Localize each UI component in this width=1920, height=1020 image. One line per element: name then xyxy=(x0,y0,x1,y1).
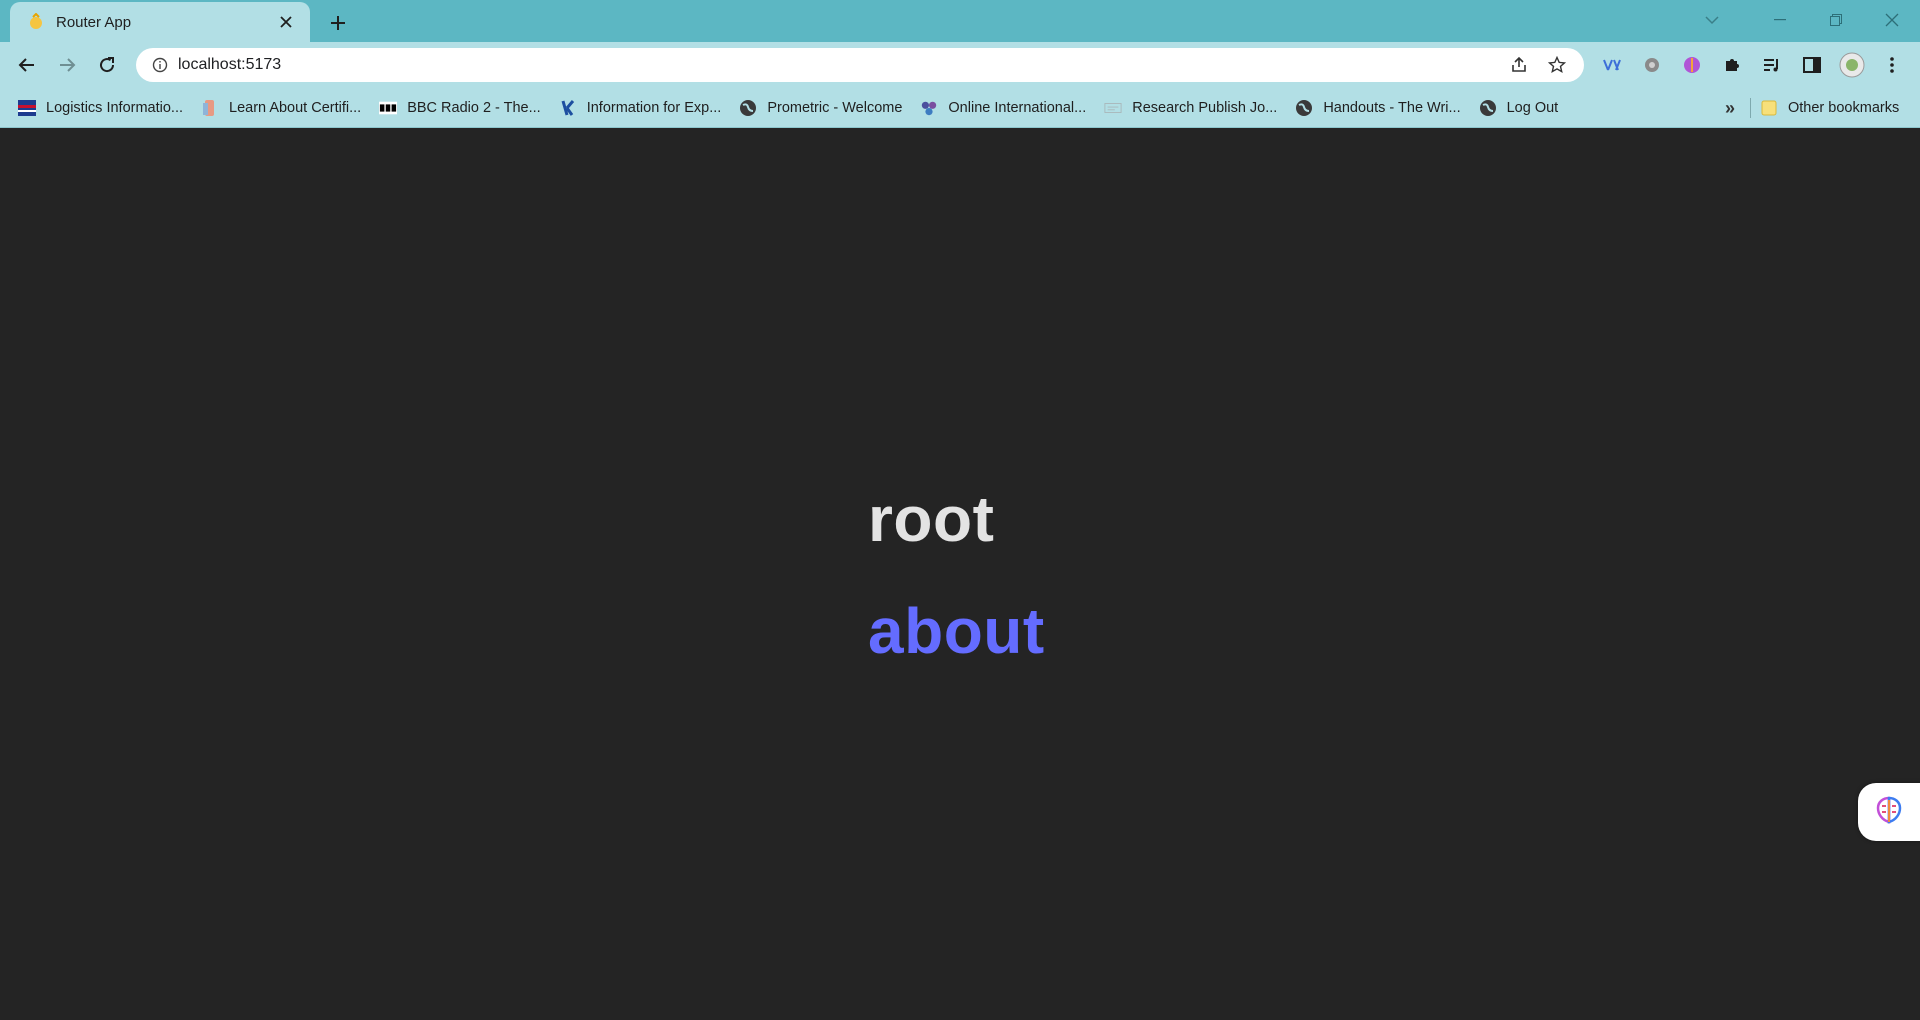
bookmark-label: Learn About Certifi... xyxy=(229,99,362,116)
bbc-icon xyxy=(379,99,398,117)
omnibox-actions xyxy=(1500,45,1576,85)
arrow-left-icon xyxy=(18,58,34,72)
close-icon xyxy=(1885,13,1899,27)
new-tab-button[interactable] xyxy=(324,9,352,37)
close-icon[interactable] xyxy=(274,10,298,34)
bookmark-label: Online International... xyxy=(948,99,1087,116)
bookmarks-overflow-button[interactable]: » xyxy=(1716,96,1744,120)
about-link[interactable]: about xyxy=(868,599,1045,663)
extensions-area xyxy=(1592,45,1912,85)
hex-logo-icon xyxy=(920,99,938,117)
page-content: root about xyxy=(0,128,1920,1020)
bookmark-item[interactable]: Logistics Informatio... xyxy=(18,94,183,122)
bookmark-item[interactable]: Information for Exp... xyxy=(559,94,722,122)
vite-icon xyxy=(26,12,46,32)
journal-icon xyxy=(1104,99,1122,117)
minimize-icon xyxy=(1774,19,1786,21)
window-controls xyxy=(1752,0,1920,40)
site-info-icon[interactable] xyxy=(142,48,178,82)
bookmark-item[interactable]: BBC Radio 2 - The... xyxy=(379,94,541,122)
certificate-icon xyxy=(201,99,219,117)
bookmark-item[interactable]: Research Publish Jo... xyxy=(1104,94,1277,122)
folder-icon xyxy=(1760,99,1778,117)
forward-button[interactable] xyxy=(47,45,87,85)
star-icon xyxy=(1548,56,1566,74)
plus-icon xyxy=(331,16,345,30)
bookmark-star-button[interactable] xyxy=(1538,45,1576,85)
share-button[interactable] xyxy=(1500,45,1538,85)
menu-kebab-icon[interactable] xyxy=(1872,45,1912,85)
minimize-button[interactable] xyxy=(1752,0,1808,40)
flag-icon xyxy=(18,99,36,117)
bookmark-label: Log Out xyxy=(1506,99,1559,116)
floating-assistant-button[interactable] xyxy=(1858,783,1920,841)
back-button[interactable] xyxy=(7,45,47,85)
chevron-down-icon xyxy=(1705,16,1719,25)
extensions-puzzle-icon[interactable] xyxy=(1712,45,1752,85)
restore-icon xyxy=(1830,14,1842,26)
close-window-button[interactable] xyxy=(1864,0,1920,40)
media-queue-icon[interactable] xyxy=(1752,45,1792,85)
bookmark-item[interactable]: Learn About Certifi... xyxy=(201,94,361,122)
extension-translate-icon[interactable] xyxy=(1592,45,1632,85)
bookmark-label: Research Publish Jo... xyxy=(1132,99,1278,116)
arrow-right-icon xyxy=(60,58,76,72)
address-bar[interactable]: localhost:5173 xyxy=(136,48,1584,82)
bookmark-item[interactable]: Log Out xyxy=(1479,94,1559,122)
bookmarks-bar: Logistics Informatio... Learn About Cert… xyxy=(0,88,1920,128)
globe-icon xyxy=(739,99,757,117)
bookmarks-divider xyxy=(1750,98,1751,118)
globe-icon xyxy=(1295,99,1313,117)
brain-icon xyxy=(1873,794,1905,831)
restore-button[interactable] xyxy=(1808,0,1864,40)
extension-gear-icon[interactable] xyxy=(1632,45,1672,85)
bookmark-item[interactable]: Online International... xyxy=(920,94,1086,122)
tab-strip: Router App xyxy=(0,0,1920,42)
bookmark-label: Logistics Informatio... xyxy=(46,99,183,116)
k-logo-icon xyxy=(559,99,577,117)
bookmark-label: Prometric - Welcome xyxy=(767,99,903,116)
other-bookmarks-label: Other bookmarks xyxy=(1788,100,1900,116)
bookmark-label: BBC Radio 2 - The... xyxy=(407,99,541,116)
bookmark-label: Handouts - The Wri... xyxy=(1323,99,1461,116)
side-panel-icon[interactable] xyxy=(1792,45,1832,85)
bookmark-item[interactable]: Handouts - The Wri... xyxy=(1295,94,1461,122)
browser-toolbar: localhost:5173 xyxy=(0,42,1920,88)
root-link[interactable]: root xyxy=(868,487,994,551)
reload-icon xyxy=(100,57,115,73)
reload-button[interactable] xyxy=(87,45,127,85)
globe-icon xyxy=(1479,99,1497,117)
other-bookmarks-folder[interactable]: Other bookmarks xyxy=(1760,94,1899,122)
tab-router-app[interactable]: Router App xyxy=(10,2,310,42)
bookmark-label: Information for Exp... xyxy=(586,99,722,116)
bookmark-item[interactable]: Prometric - Welcome xyxy=(739,94,902,122)
share-icon xyxy=(1512,56,1526,72)
profile-avatar[interactable] xyxy=(1832,45,1872,85)
url-text[interactable]: localhost:5173 xyxy=(178,56,1500,74)
extension-brain-icon[interactable] xyxy=(1672,45,1712,85)
tab-search-button[interactable] xyxy=(1700,8,1724,32)
tab-title: Router App xyxy=(56,13,132,31)
